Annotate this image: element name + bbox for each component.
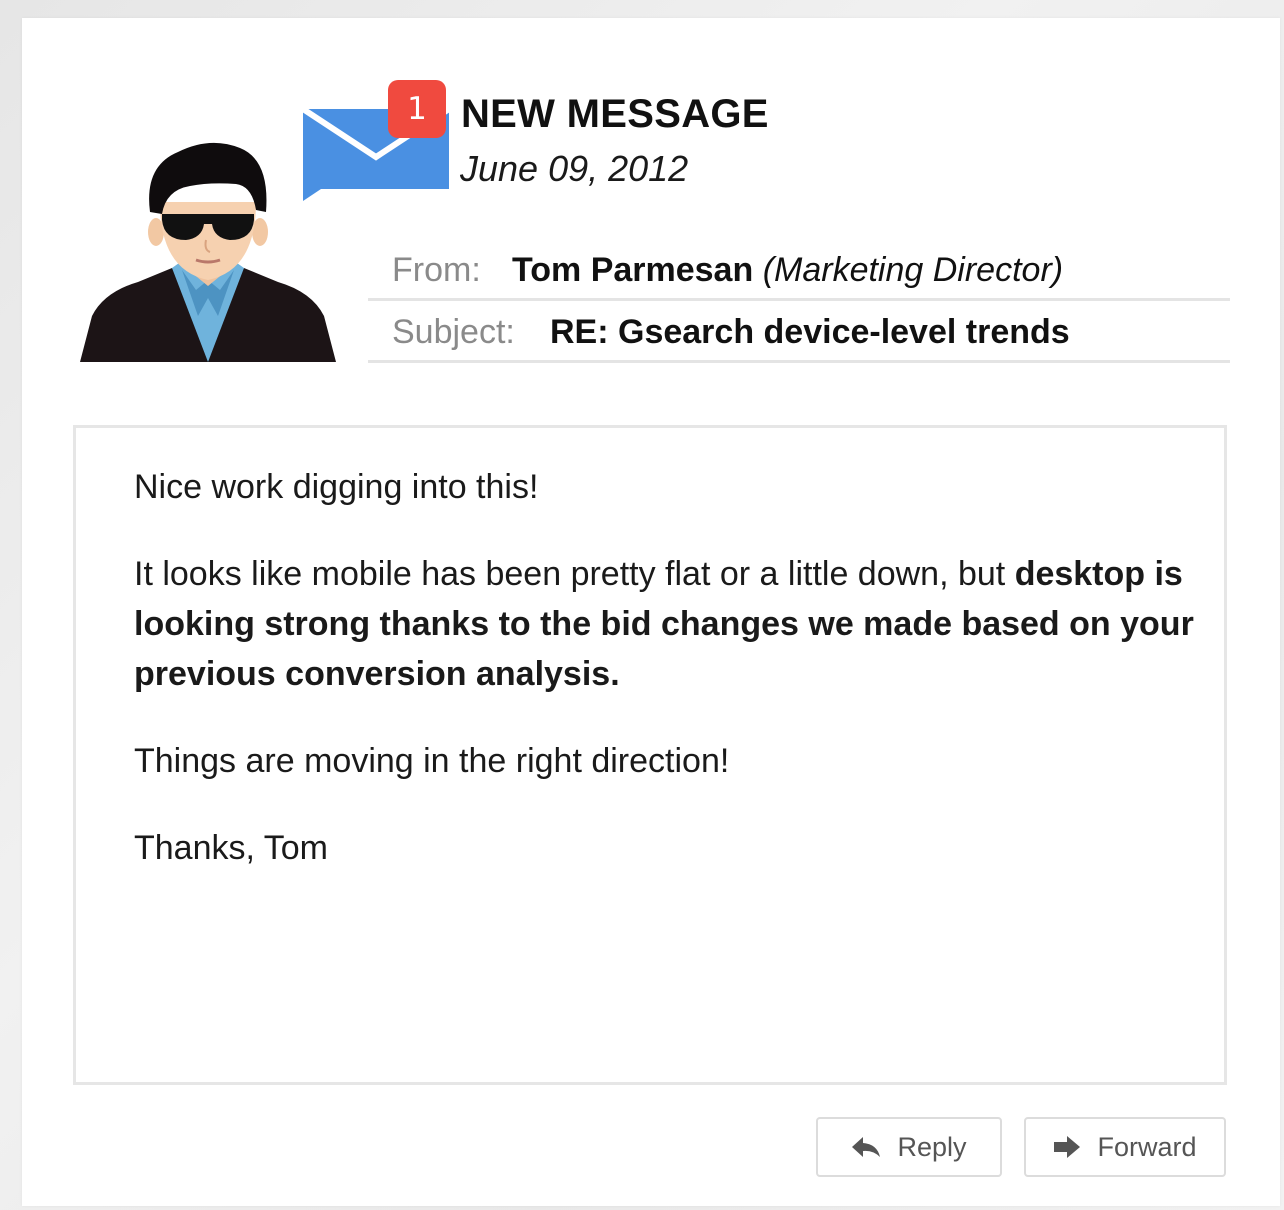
reply-button[interactable]: Reply xyxy=(816,1117,1002,1177)
message-title: NEW MESSAGE xyxy=(461,92,769,136)
body-paragraph-1: Nice work digging into this! xyxy=(134,468,539,506)
reply-arrow-icon xyxy=(852,1137,881,1157)
subject-value: RE: Gsearch device-level trends xyxy=(550,313,1070,351)
subject-row: Subject: RE: Gsearch device-level trends xyxy=(368,298,1230,363)
sender-role: (Marketing Director) xyxy=(762,251,1064,289)
avatar xyxy=(80,142,336,362)
sender-name: Tom Parmesan xyxy=(512,251,754,289)
message-card: 1 NEW MESSAGE June 09, 2012 From: Tom Pa… xyxy=(22,18,1280,1206)
from-label: From: xyxy=(392,251,481,289)
subject-label: Subject: xyxy=(392,313,515,351)
forward-button[interactable]: Forward xyxy=(1024,1117,1226,1177)
from-row: From: Tom Parmesan (Marketing Director) xyxy=(368,236,1230,301)
body-paragraph-2: It looks like mobile has been pretty fla… xyxy=(134,549,1194,699)
forward-label: Forward xyxy=(1097,1131,1197,1162)
notification-badge: 1 xyxy=(388,80,446,138)
body-paragraph-2-plain: It looks like mobile has been pretty fla… xyxy=(134,555,1015,593)
message-date: June 09, 2012 xyxy=(460,148,689,189)
message-body: Nice work digging into this! It looks li… xyxy=(73,425,1227,1085)
forward-arrow-icon xyxy=(1054,1136,1081,1158)
body-paragraph-3: Things are moving in the right direction… xyxy=(134,742,730,780)
body-signoff: Thanks, Tom xyxy=(134,829,329,867)
from-value: Tom Parmesan (Marketing Director) xyxy=(512,251,1063,290)
reply-label: Reply xyxy=(897,1131,967,1162)
